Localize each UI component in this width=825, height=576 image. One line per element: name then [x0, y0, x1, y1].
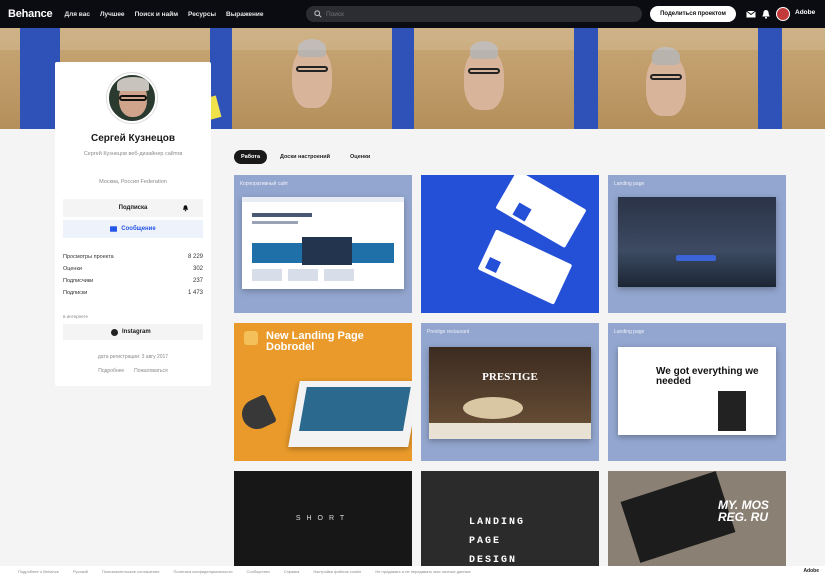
- user-avatar[interactable]: [776, 7, 790, 21]
- stat-label: Оценки: [63, 266, 82, 272]
- project-card[interactable]: [421, 175, 599, 313]
- person-face: [464, 40, 504, 110]
- footer-link[interactable]: Настройки файлов cookie: [313, 569, 361, 574]
- project-headline: We got everything we needed: [656, 366, 759, 387]
- project-headline: SHORT: [295, 515, 351, 522]
- nav-link-expression[interactable]: Выражение: [226, 11, 264, 18]
- project-title: Landing page: [614, 329, 645, 335]
- project-title: Landing page: [614, 181, 645, 187]
- message-label: Сообщение: [121, 226, 156, 232]
- profile-avatar: [107, 73, 157, 123]
- footer-link[interactable]: Русский: [73, 569, 88, 574]
- website-mockup: [242, 197, 404, 289]
- adobe-footer-logo[interactable]: Adobe: [803, 568, 819, 574]
- stat-row: Подписки 1 473: [63, 287, 203, 299]
- stat-value: 8 229: [187, 254, 203, 260]
- footer-link[interactable]: Справка: [284, 569, 300, 574]
- laptop-mockup: [288, 381, 412, 447]
- profile-links: Подробнее Пожаловаться: [55, 368, 211, 374]
- nav-link-resources[interactable]: Ресурсы: [188, 11, 216, 18]
- project-card[interactable]: Landing page We got everything we needed: [608, 323, 786, 461]
- share-project-button[interactable]: Поделиться проектом: [650, 6, 736, 22]
- cardboard-box: [414, 28, 574, 129]
- glasses: [468, 68, 500, 74]
- cardboard-box: [0, 28, 20, 129]
- project-card[interactable]: New Landing Page Dobrodel: [234, 323, 412, 461]
- project-card[interactable]: Landing page: [608, 175, 786, 313]
- nav-links: Для вас Лучшее Поиск и найм Ресурсы Выра…: [64, 11, 263, 18]
- nav-link-hire[interactable]: Поиск и найм: [135, 11, 178, 18]
- stat-row: Просмотры проекта 8 229: [63, 251, 203, 263]
- stat-label: Просмотры проекта: [63, 254, 114, 260]
- glasses: [296, 66, 328, 72]
- profile-card: Сергей Кузнецов Сергей Кузнецов веб-диза…: [55, 62, 211, 386]
- footer-link[interactable]: Политика конфиденциальности: [173, 569, 232, 574]
- stat-row: Оценки 302: [63, 263, 203, 275]
- profile-stats: Просмотры проекта 8 229 Оценки 302 Подписч…: [63, 251, 203, 299]
- web-label: в интернете: [63, 314, 89, 319]
- tab-moodboards[interactable]: Доски настроений: [273, 150, 337, 164]
- footer-link[interactable]: Сообщество: [246, 569, 269, 574]
- website-mockup: [618, 197, 776, 287]
- search-bar[interactable]: [306, 6, 642, 22]
- tab-appreciations[interactable]: Оценки: [343, 150, 377, 164]
- instagram-label: Instagram: [122, 329, 151, 335]
- project-card[interactable]: Корпоративный сайт: [234, 175, 412, 313]
- project-card[interactable]: SHORT: [234, 471, 412, 566]
- person-face: [292, 38, 332, 108]
- project-headline: MY. MOS REG. RU: [718, 498, 769, 524]
- footer-link[interactable]: Не продавать и не передавать мои личные …: [375, 569, 470, 574]
- search-icon: [314, 10, 322, 18]
- instagram-link[interactable]: Instagram: [63, 324, 203, 340]
- top-navigation: Behance Для вас Лучшее Поиск и найм Ресу…: [0, 0, 825, 28]
- project-title: Корпоративный сайт: [240, 181, 289, 187]
- more-link[interactable]: Подробнее: [98, 368, 124, 374]
- bell-icon[interactable]: [182, 204, 189, 212]
- cardboard-box: [782, 28, 825, 129]
- message-button[interactable]: Сообщение: [63, 220, 203, 238]
- project-headline: New Landing Page Dobrodel: [266, 330, 364, 353]
- behance-logo[interactable]: Behance: [8, 8, 53, 20]
- footer-link[interactable]: Пользовательское соглашение: [102, 569, 160, 574]
- website-mockup: We got everything we needed: [618, 347, 776, 435]
- profile-subtitle: Сергей Кузнецов веб-дизайнер сайтов: [83, 151, 183, 157]
- project-card[interactable]: MY. MOS REG. RU: [608, 471, 786, 566]
- profile-tabs: Работа Доски настроений Оценки: [234, 150, 377, 164]
- footer-link[interactable]: Подробнее о Behance: [18, 569, 59, 574]
- instagram-icon: [111, 328, 118, 336]
- stat-value: 1 473: [187, 290, 203, 296]
- website-mockup: PRESTIGE: [429, 347, 591, 439]
- stat-label: Подписчики: [63, 278, 94, 284]
- cardboard-box: [598, 28, 758, 129]
- message-icon: [110, 226, 118, 232]
- tab-work[interactable]: Работа: [234, 150, 268, 164]
- cardboard-box: [232, 28, 392, 129]
- project-card[interactable]: LANDING PAGE DESIGN: [421, 471, 599, 566]
- project-card[interactable]: Prestige restaurant PRESTIGE: [421, 323, 599, 461]
- follow-button[interactable]: Подписка: [63, 199, 203, 217]
- project-headline: LANDING PAGE DESIGN: [469, 517, 526, 566]
- glasses: [650, 74, 682, 80]
- member-since: дата регистрации: 3 авгу 2017: [97, 354, 169, 360]
- profile-location: Москва, Россия Federation: [99, 179, 167, 185]
- stat-value: 237: [192, 278, 203, 284]
- project-title: Prestige restaurant: [427, 329, 470, 335]
- stat-value: 302: [192, 266, 203, 272]
- adobe-link[interactable]: Adobe: [795, 9, 815, 16]
- stat-label: Подписки: [63, 290, 88, 296]
- footer: Подробнее о Behance Русский Пользователь…: [0, 566, 825, 576]
- megaphone: [237, 394, 277, 434]
- profile-name: Сергей Кузнецов: [90, 133, 176, 144]
- stat-row: Подписчики 237: [63, 275, 203, 287]
- person-face: [646, 46, 686, 116]
- search-input[interactable]: [326, 10, 626, 18]
- report-link[interactable]: Пожаловаться: [134, 368, 168, 374]
- project-headline: PRESTIGE: [482, 371, 538, 383]
- nav-link-best[interactable]: Лучшее: [100, 11, 125, 18]
- nav-link-for-you[interactable]: Для вас: [64, 11, 90, 18]
- follow-label: Подписка: [118, 205, 148, 211]
- mail-icon[interactable]: [746, 9, 756, 19]
- bell-icon[interactable]: [761, 9, 771, 19]
